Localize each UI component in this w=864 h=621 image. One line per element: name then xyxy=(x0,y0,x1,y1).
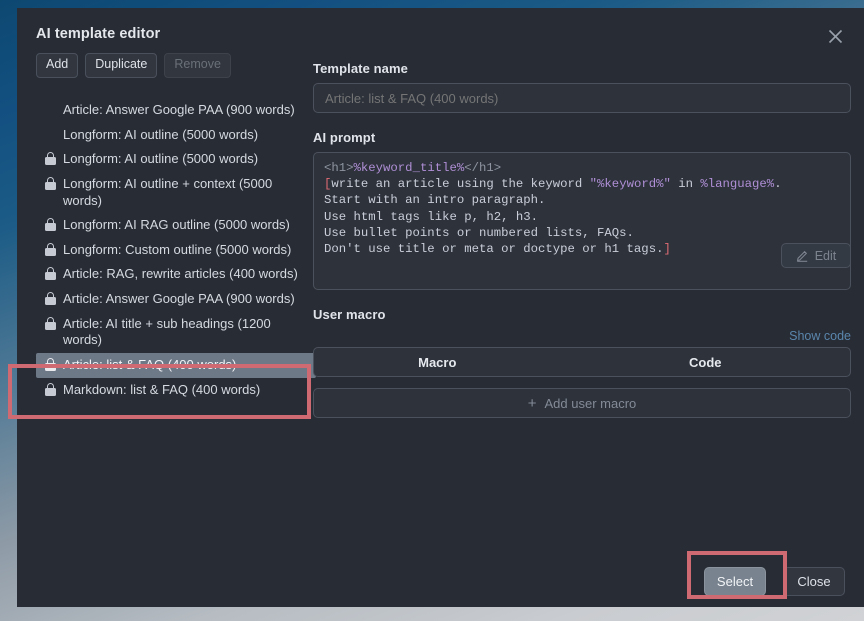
ai-template-editor-dialog: AI template editor Add Duplicate Remove … xyxy=(17,8,864,607)
template-list-item-label: Article: list & FAQ (400 words) xyxy=(63,356,237,372)
template-list-item-label: Article: Answer Google PAA (900 words) xyxy=(63,291,295,306)
template-list-item[interactable]: Longform: AI outline (5000 words) xyxy=(36,123,316,148)
template-list-item-label: Article: RAG, rewrite articles (400 word… xyxy=(63,266,298,282)
add-user-macro-button[interactable]: + Add user macro xyxy=(313,388,851,418)
add-user-macro-label: Add user macro xyxy=(544,395,637,411)
template-list-item-label: Longform: AI outline (5000 words) xyxy=(63,126,259,142)
template-name-label: Template name xyxy=(313,61,408,76)
template-details-panel: Template name AI prompt <h1>%keyword_tit… xyxy=(313,61,851,418)
template-list-item[interactable]: Longform: AI outline (5000 words) xyxy=(36,147,316,172)
template-list-item[interactable]: Article: Answer Google PAA (900 words) xyxy=(36,287,316,312)
lock-icon xyxy=(45,176,56,190)
template-list[interactable]: Article: Answer Google PAA (900 words) Lo… xyxy=(36,98,316,402)
template-list-item-label: Longform: AI outline + context (5000 wor… xyxy=(63,175,273,208)
template-list-item[interactable]: Longform: AI RAG outline (5000 words) xyxy=(36,213,316,238)
template-list-item-label: Longform: Custom outline (5000 words) xyxy=(63,241,292,257)
user-macro-header-row: Show code xyxy=(313,329,851,347)
lock-icon xyxy=(45,267,56,281)
lock-icon xyxy=(45,218,56,232)
ai-prompt-textarea[interactable]: <h1>%keyword_title%</h1> [write an artic… xyxy=(313,152,851,290)
user-macro-table-header: Macro Code xyxy=(313,347,851,377)
template-panel: Add Duplicate Remove Article: Answer Goo… xyxy=(36,53,316,397)
add-button[interactable]: Add xyxy=(36,53,79,78)
macro-column-header: Macro xyxy=(418,354,457,370)
template-toolbar: Add Duplicate Remove xyxy=(36,53,304,78)
template-list-item[interactable]: Article: RAG, rewrite articles (400 word… xyxy=(36,262,316,287)
template-list-item[interactable]: Longform: Custom outline (5000 words) xyxy=(36,238,316,263)
ai-prompt-label: AI prompt xyxy=(313,130,376,145)
select-button[interactable]: Select xyxy=(704,567,766,596)
template-list-item[interactable]: Article: list & FAQ (400 words) xyxy=(36,352,316,378)
template-list-item[interactable]: Longform: AI outline + context (5000 wor… xyxy=(36,172,316,213)
duplicate-button[interactable]: Duplicate xyxy=(85,53,158,78)
template-list-item[interactable]: Article: Answer Google PAA (900 words) xyxy=(36,98,316,123)
remove-button[interactable]: Remove xyxy=(164,53,231,78)
lock-icon xyxy=(45,316,56,330)
template-list-item-label: Longform: AI outline (5000 words) xyxy=(63,151,259,167)
show-code-link[interactable]: Show code xyxy=(789,329,851,343)
code-column-header: Code xyxy=(689,354,722,370)
lock-icon xyxy=(45,292,56,305)
template-list-item-label: Markdown: list & FAQ (400 words) xyxy=(63,381,261,397)
lock-icon xyxy=(45,152,56,166)
template-list-item-label: Article: AI title + sub headings (1200 w… xyxy=(63,315,271,348)
user-macro-label: User macro xyxy=(313,307,386,322)
edit-macro-label: Edit xyxy=(814,248,837,263)
dialog-title: AI template editor xyxy=(36,26,161,42)
close-icon[interactable] xyxy=(822,23,848,49)
close-button[interactable]: Close xyxy=(783,567,845,596)
plus-icon: + xyxy=(527,394,537,412)
template-list-item[interactable]: Article: AI title + sub headings (1200 w… xyxy=(36,312,316,353)
template-list-item-label: Article: Answer Google PAA (900 words) xyxy=(63,102,295,117)
edit-macro-button[interactable]: Edit xyxy=(781,243,851,268)
pencil-icon xyxy=(796,249,809,262)
template-list-item-label: Longform: AI RAG outline (5000 words) xyxy=(63,217,290,233)
template-name-input[interactable] xyxy=(313,83,851,113)
template-list-item[interactable]: Markdown: list & FAQ (400 words) xyxy=(36,378,316,403)
lock-icon xyxy=(45,242,56,256)
lock-icon xyxy=(45,357,56,371)
lock-icon xyxy=(45,382,56,396)
